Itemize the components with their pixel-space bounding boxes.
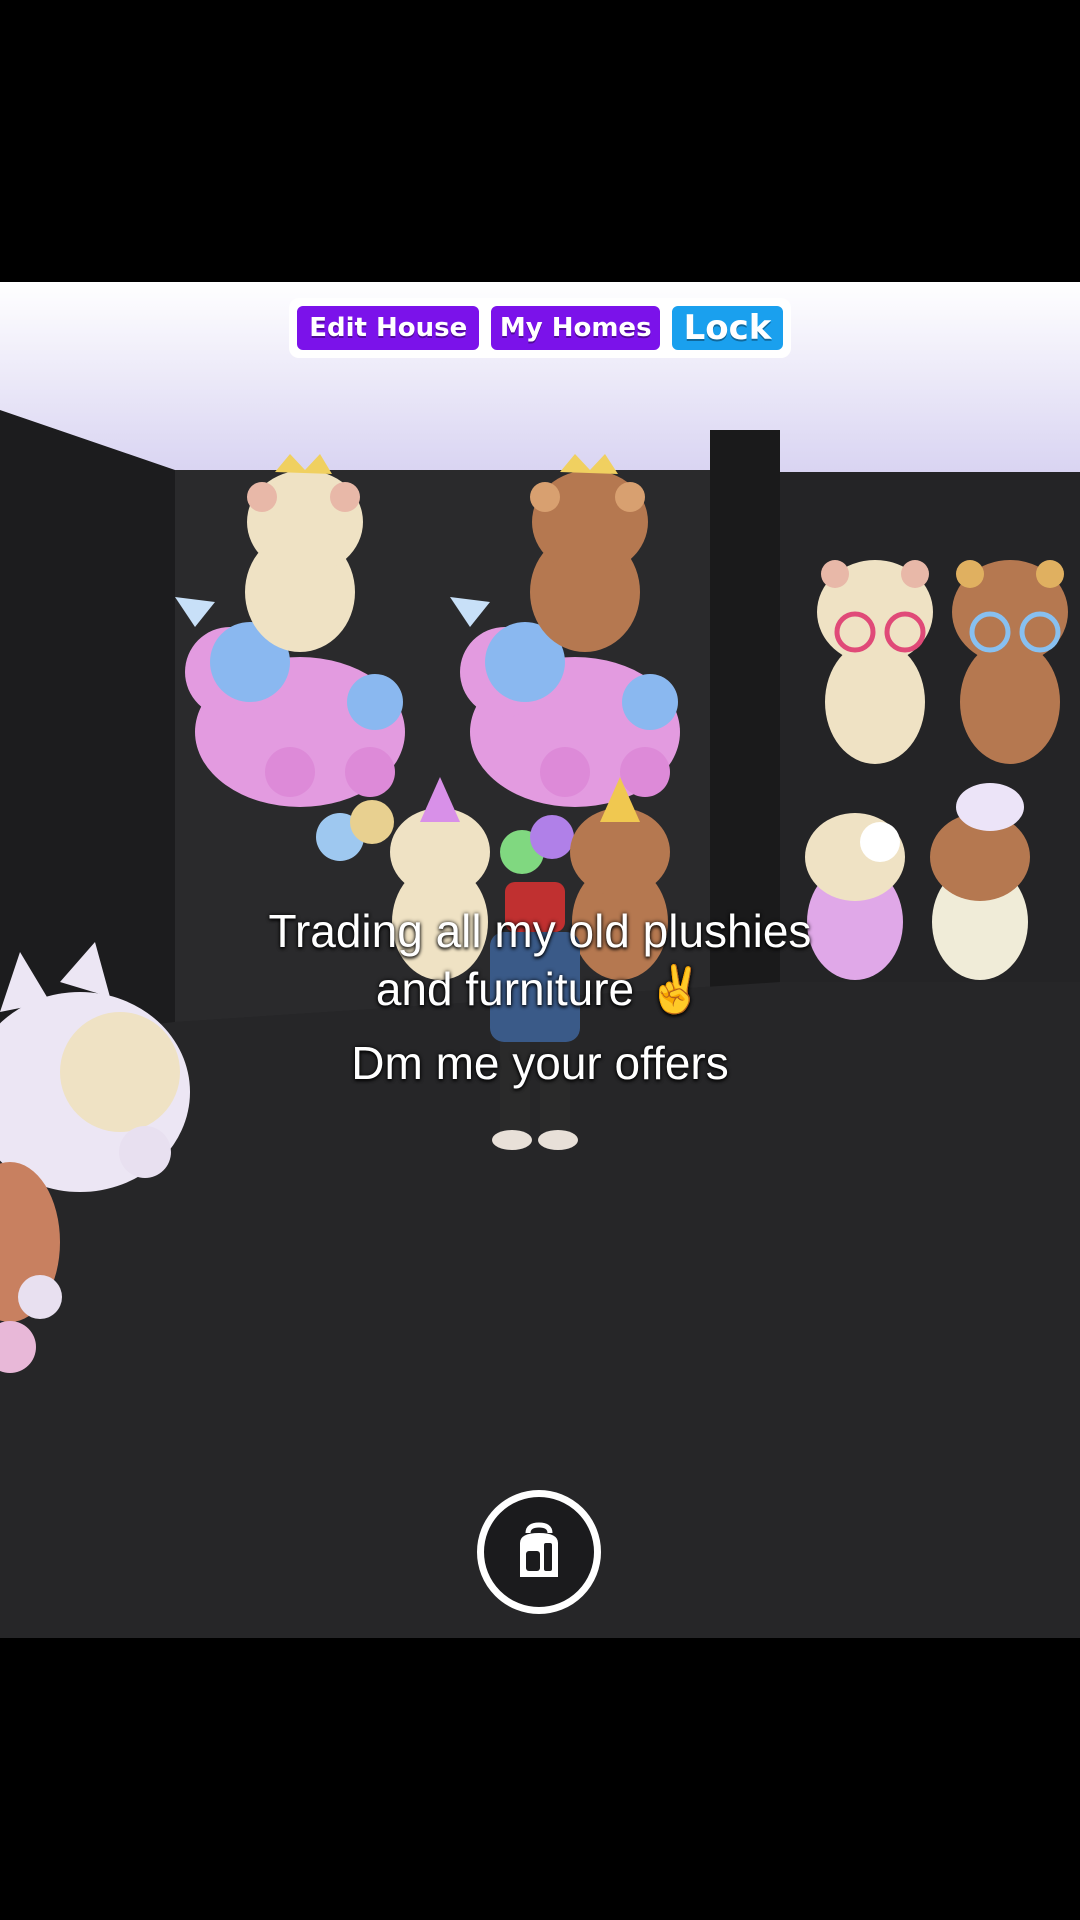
house-toolbar: Edit House My Homes Lock: [289, 298, 791, 358]
edit-house-button[interactable]: Edit House: [294, 303, 483, 353]
caption-line-3: Dm me your offers: [351, 1037, 729, 1089]
backpack-icon: [520, 1522, 558, 1577]
my-homes-button[interactable]: My Homes: [488, 303, 663, 353]
caption-line-1: Trading all my old plushies: [268, 905, 812, 957]
backpack-button[interactable]: [477, 1490, 601, 1614]
lock-button[interactable]: Lock: [668, 303, 786, 353]
game-view[interactable]: Edit House My Homes Lock Trading all my …: [0, 282, 1080, 1638]
caption-line-2: and furniture ✌️: [375, 963, 705, 1015]
caption-block: Trading all my old plushies and furnitur…: [0, 902, 1080, 1018]
letterbox-top: [0, 0, 1080, 282]
letterbox-bottom: [0, 1638, 1080, 1920]
